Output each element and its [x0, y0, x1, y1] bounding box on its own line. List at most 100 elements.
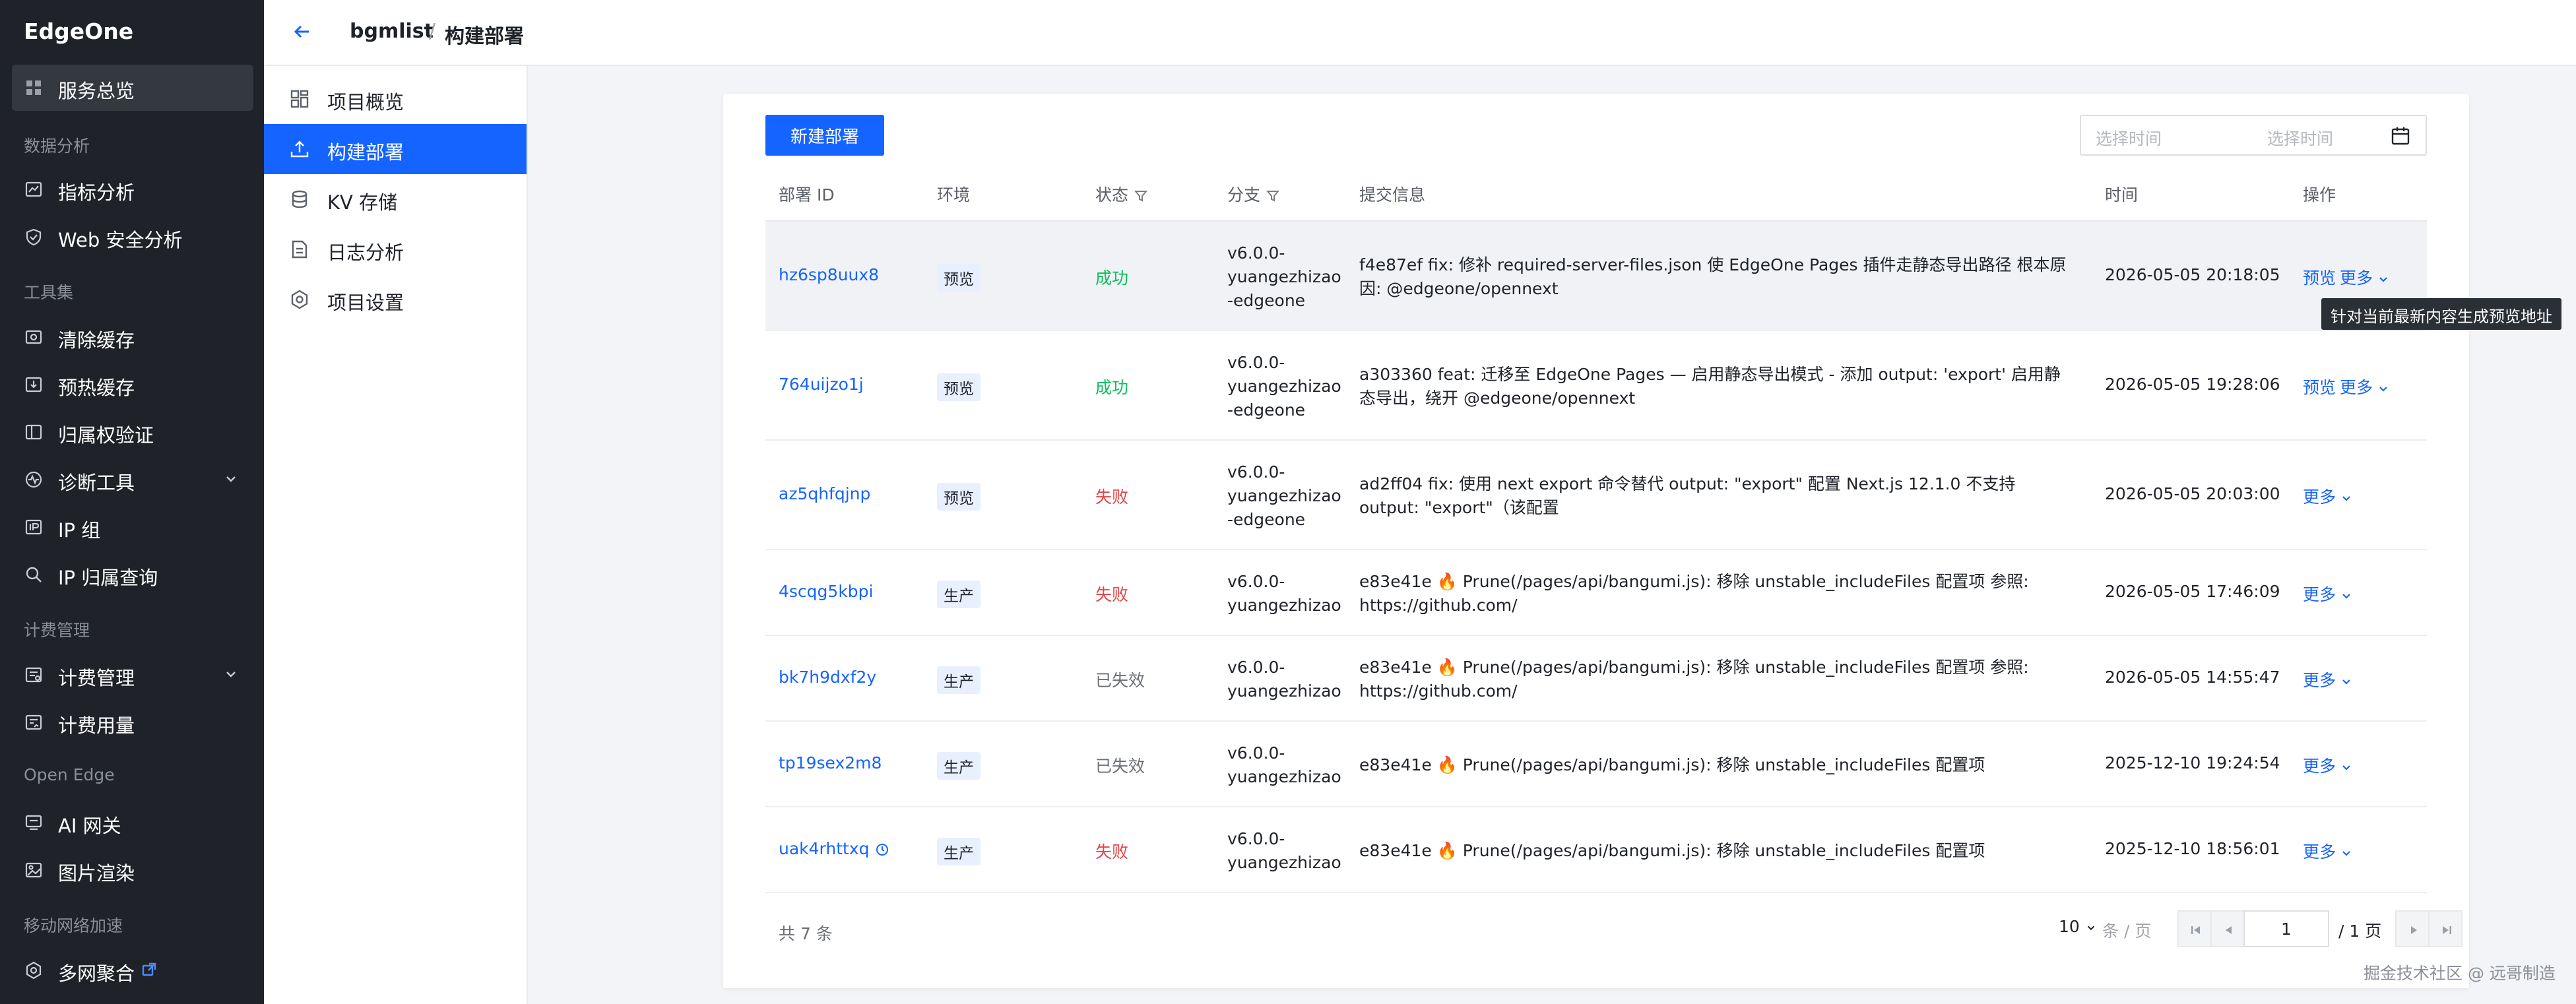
menu-item-label: 项目设置 [327, 292, 404, 314]
chevron-down-icon [2379, 387, 2387, 392]
back-arrow-icon[interactable] [290, 20, 314, 44]
upload-icon [289, 139, 310, 160]
sidebar-item-label: 计费用量 [58, 714, 135, 737]
chart-icon [24, 179, 44, 199]
menu-item-settings[interactable]: 项目设置 [264, 274, 527, 325]
commit-message: f4e87ef fix: 修补 required-server-files.js… [1359, 255, 2067, 298]
deploy-id-link[interactable]: bk7h9dxf2y [779, 668, 876, 687]
deploy-id-link[interactable]: tp19sex2m8 [779, 753, 882, 772]
env-badge: 生产 [937, 666, 981, 694]
sidebar-item-image-render[interactable]: 图片渲染 [12, 847, 253, 893]
table-row[interactable]: hz6sp8uux8 预览 成功 v6.0.0- yuangezhizao -e… [765, 222, 2427, 331]
sidebar-item-web-security[interactable]: Web 安全分析 [12, 214, 253, 260]
sidebar-item-label: 清除缓存 [58, 329, 135, 352]
filter-icon [1134, 191, 1148, 202]
sidebar-item-overview[interactable]: 服务总览 [12, 65, 253, 111]
sidebar-item-ip-group[interactable]: IP 组 [12, 504, 253, 550]
sidebar-item-label: 指标分析 [58, 181, 135, 204]
sidebar-item-ai-gateway[interactable]: AI 网关 [12, 800, 253, 846]
chevron-down-icon [223, 471, 239, 487]
deploy-time: 2026-05-05 20:03:00 [2105, 484, 2280, 503]
table-row[interactable]: bk7h9dxf2y 生产 已失效 v6.0.0- yuangezhizao e… [765, 636, 2427, 722]
menu-item-overview[interactable]: 项目概览 [264, 74, 527, 124]
top-header: bgmlist / 构建部署 [264, 0, 2576, 66]
first-page-button[interactable] [2177, 910, 2212, 947]
section-mobile: 移动网络加速 [24, 916, 123, 935]
more-dropdown[interactable]: 更多 [2303, 753, 2353, 777]
sidebar-item-prefetch-cache[interactable]: 预热缓存 [12, 361, 253, 408]
preview-link[interactable]: 预览 [2303, 375, 2336, 398]
chevron-down-icon [2342, 496, 2350, 501]
sidebar-item-label: 归属权验证 [58, 424, 154, 447]
new-deploy-button[interactable]: 新建部署 [765, 115, 884, 156]
env-badge: 预览 [937, 264, 981, 292]
page-number-input[interactable] [2243, 910, 2329, 947]
menu-item-build-deploy[interactable]: 构建部署 [264, 124, 527, 174]
sidebar-item-billing-usage[interactable]: 计费用量 [12, 699, 253, 745]
branch-text: v6.0.0- yuangezhizao [1227, 572, 1341, 615]
deploy-id-link[interactable]: uak4rhttxq [779, 839, 889, 858]
prev-page-button[interactable] [2210, 910, 2245, 947]
more-dropdown[interactable]: 更多 [2303, 668, 2353, 691]
menu-item-label: 项目概览 [327, 91, 404, 113]
page-size-select[interactable]: 10 [2059, 917, 2097, 936]
deploy-id-link[interactable]: 4scqg5kbpi [779, 582, 873, 601]
sidebar-item-billing-mgmt[interactable]: 计费管理 [12, 652, 253, 698]
column-header-status[interactable]: 状态 [1095, 182, 1148, 206]
document-icon [289, 239, 310, 260]
sidebar-item-purge-cache[interactable]: 清除缓存 [12, 314, 253, 360]
date-start-input[interactable]: 选择时间 [2096, 126, 2162, 150]
more-dropdown[interactable]: 更多 [2340, 375, 2390, 398]
date-range-picker[interactable]: 选择时间 选择时间 [2080, 115, 2427, 156]
env-badge: 预览 [937, 373, 981, 401]
env-badge: 预览 [937, 483, 981, 511]
broom-icon [24, 327, 44, 347]
sidebar-item-metrics[interactable]: 指标分析 [12, 166, 253, 212]
calendar-icon[interactable] [2390, 125, 2411, 146]
sidebar-item-ownership[interactable]: 归属权验证 [12, 409, 253, 455]
column-header-id: 部署 ID [779, 185, 835, 204]
dashboard-icon [24, 78, 44, 98]
env-badge: 生产 [937, 580, 981, 608]
chevron-down-icon [2087, 926, 2094, 931]
menu-item-logs[interactable]: 日志分析 [264, 224, 527, 274]
more-dropdown[interactable]: 更多 [2303, 582, 2353, 606]
deploy-id-link[interactable]: 764uijzo1j [779, 375, 864, 394]
next-page-button[interactable] [2395, 910, 2430, 947]
breadcrumb-separator: / [429, 20, 436, 43]
table-row[interactable]: az5qhfqjnp 预览 失败 v6.0.0- yuangezhizao -e… [765, 441, 2427, 550]
filter-icon [1266, 191, 1280, 202]
menu-item-kv[interactable]: KV 存储 [264, 174, 527, 224]
menu-item-label: 日志分析 [327, 241, 404, 264]
column-header-time: 时间 [2105, 185, 2139, 204]
last-page-button[interactable] [2428, 910, 2463, 947]
download-icon [24, 375, 44, 394]
deploy-time: 2025-12-10 19:24:54 [2105, 753, 2280, 772]
sidebar-item-ip-lookup[interactable]: IP 归属查询 [12, 551, 253, 598]
section-tools: 工具集 [24, 283, 74, 302]
date-end-input[interactable]: 选择时间 [2267, 126, 2333, 150]
sidebar-item-diagnostics[interactable]: 诊断工具 [12, 456, 253, 503]
table-row[interactable]: 4scqg5kbpi 生产 失败 v6.0.0- yuangezhizao e8… [765, 550, 2427, 636]
table-row[interactable]: tp19sex2m8 生产 已失效 v6.0.0- yuangezhizao e… [765, 722, 2427, 807]
deploy-id-link[interactable]: hz6sp8uux8 [779, 265, 879, 284]
more-dropdown[interactable]: 更多 [2303, 484, 2353, 508]
sidebar-item-label: IP 组 [58, 519, 101, 542]
more-dropdown[interactable]: 更多 [2303, 839, 2353, 863]
sidebar-item-multi-network[interactable]: 多网聚合 [12, 947, 253, 993]
brand-logo[interactable]: EdgeOne [24, 18, 133, 44]
more-dropdown[interactable]: 更多 [2340, 265, 2390, 289]
deployments-card: 新建部署 选择时间 选择时间 部署 ID 环境 状态 分支 提交信息 时间 操作… [723, 94, 2469, 988]
env-badge: 生产 [937, 752, 981, 780]
table-row[interactable]: 764uijzo1j 预览 成功 v6.0.0- yuangezhizao -e… [765, 331, 2427, 441]
column-header-branch[interactable]: 分支 [1227, 182, 1280, 206]
search-icon [24, 565, 44, 584]
deploy-time: 2026-05-05 19:28:06 [2105, 375, 2280, 394]
breadcrumb-project[interactable]: bgmlist [350, 20, 434, 43]
deploy-id-link[interactable]: az5qhfqjnp [779, 484, 870, 503]
first-page-icon [2191, 926, 2200, 934]
pulse-icon [24, 470, 44, 489]
branch-text: v6.0.0- yuangezhizao -edgeone [1227, 462, 1341, 529]
preview-link[interactable]: 预览 [2303, 265, 2336, 289]
table-row[interactable]: uak4rhttxq 生产 失败 v6.0.0- yuangezhizao e8… [765, 807, 2427, 893]
